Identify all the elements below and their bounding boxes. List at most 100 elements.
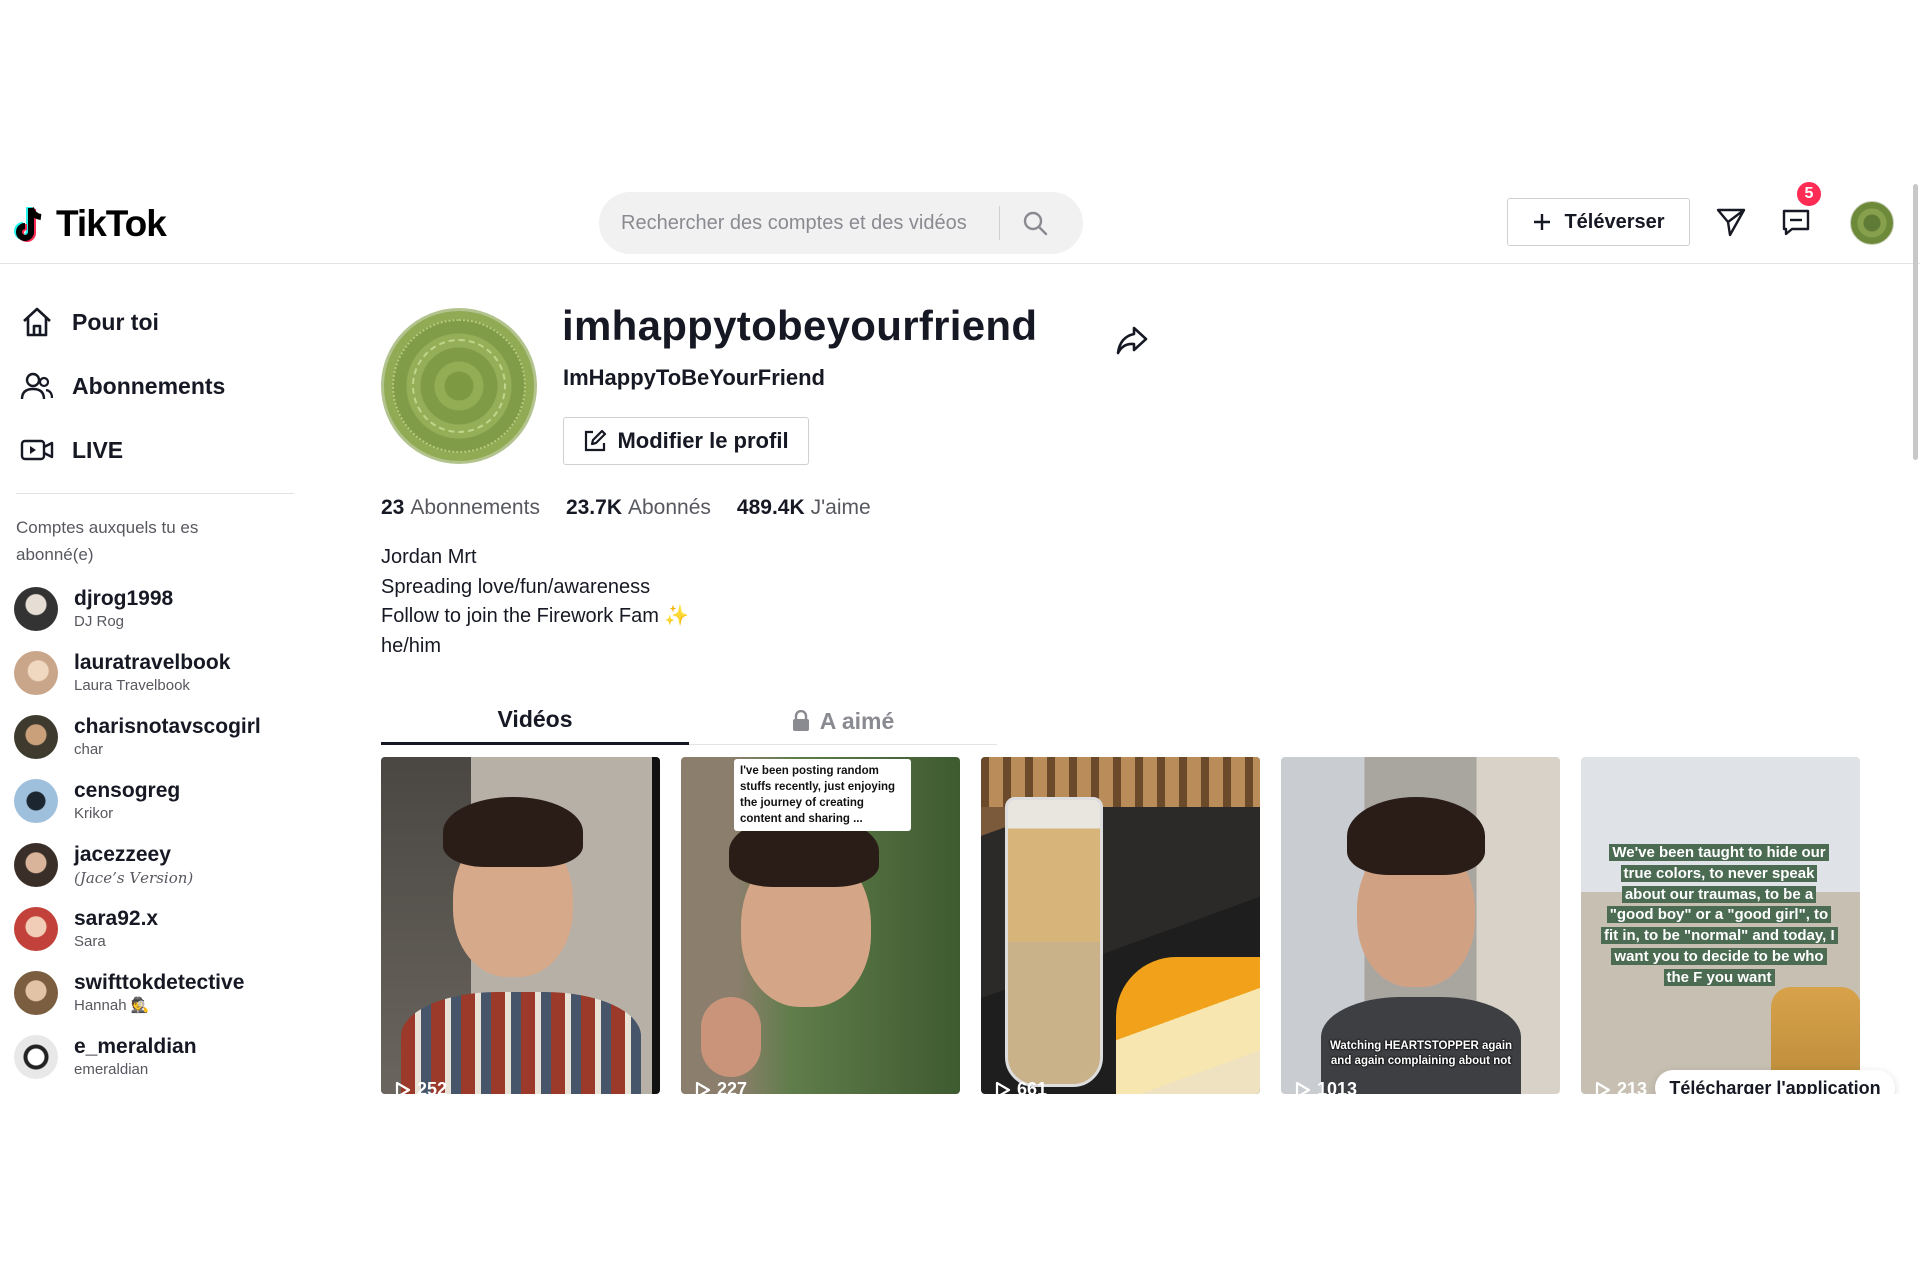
video-thumbnail-hair [1347, 797, 1485, 875]
play-icon [1595, 1081, 1611, 1094]
account-username: djrog1998 [74, 587, 174, 610]
video-views: 661 [995, 1079, 1047, 1094]
account-name: Krikor [74, 805, 114, 822]
video-caption: I've been posting random stuffs recently… [734, 759, 911, 831]
nav-label: Abonnements [72, 372, 226, 399]
video-views-count: 213 [1617, 1079, 1648, 1094]
nav-live[interactable]: LIVE [18, 428, 123, 472]
video-views: 252 [395, 1079, 447, 1094]
search-button[interactable] [1000, 192, 1070, 254]
inbox-badge: 5 [1795, 180, 1823, 208]
account-name: emeraldian [74, 1061, 149, 1078]
tab-liked[interactable]: A aimé [689, 697, 997, 745]
account-name: Sara [74, 933, 106, 950]
account-username: lauratravelbook [74, 651, 231, 674]
stat-followers[interactable]: 23.7K Abonnés [566, 496, 711, 520]
sidebar: Pour toi Abonnements LIVE Comptes auxque… [0, 264, 300, 1094]
search-input[interactable] [599, 192, 999, 254]
video-card[interactable]: We've been taught to hide our true color… [1581, 757, 1860, 1094]
account-item[interactable]: jacezzeey (𝐽𝑎𝑐𝑒’𝑠 𝑉𝑒𝑟𝑠𝑖𝑜𝑛) [14, 837, 294, 893]
account-item[interactable]: lauratravelbook Laura Travelbook [14, 645, 294, 701]
video-caption-text: We've been taught to hide our true color… [1601, 844, 1838, 986]
sidebar-divider [16, 493, 294, 494]
messages-button[interactable] [1713, 204, 1749, 240]
video-caption: Watching HEARTSTOPPER again and again co… [1329, 1040, 1513, 1067]
video-thumbnail-edge [652, 757, 660, 1094]
stat-label: J'aime [810, 496, 871, 519]
tiktok-logo[interactable]: TikTok [14, 202, 167, 246]
scrollbar[interactable] [1910, 184, 1920, 1044]
stat-value: 23 [381, 496, 405, 519]
user-avatar[interactable] [1850, 201, 1894, 245]
stat-following[interactable]: 23 Abonnements [381, 496, 540, 520]
page-bottom-blank [0, 1094, 1920, 1280]
video-card[interactable]: Watching HEARTSTOPPER again and again co… [1281, 757, 1560, 1094]
avatar [14, 1035, 58, 1079]
profile-display-name: ImHappyToBeYourFriend [563, 365, 825, 390]
account-item[interactable]: swifttokdetective Hannah 🕵️ [14, 965, 294, 1021]
lock-icon [792, 710, 809, 731]
account-name: char [74, 741, 104, 758]
edit-profile-label: Modifier le profil [617, 428, 789, 453]
video-views-count: 252 [417, 1079, 448, 1094]
video-card[interactable]: 252 [381, 757, 660, 1094]
profile-tabs: Vidéos A aimé [381, 697, 997, 745]
profile-bio: Jordan Mrt Spreading love/fun/awareness … [381, 543, 689, 661]
video-thumbnail-hair [443, 797, 583, 867]
account-name: (𝐽𝑎𝑐𝑒’𝑠 𝑉𝑒𝑟𝑠𝑖𝑜𝑛) [74, 869, 194, 887]
video-thumbnail-cake [1116, 957, 1260, 1094]
account-item[interactable]: e_meraldian emeraldian [14, 1029, 294, 1085]
video-views-count: 1013 [1317, 1079, 1358, 1094]
video-views: 227 [695, 1079, 747, 1094]
share-profile-button[interactable] [1112, 320, 1152, 360]
account-username: censogreg [74, 779, 181, 802]
account-name: Hannah 🕵️ [74, 997, 150, 1014]
account-item[interactable]: censogreg Krikor [14, 773, 294, 829]
upload-button[interactable]: Téléverser [1507, 198, 1690, 246]
account-username: jacezzeey [74, 843, 171, 866]
upload-label: Téléverser [1564, 210, 1665, 233]
account-name: DJ Rog [74, 613, 125, 630]
stat-label: Abonnements [410, 496, 540, 519]
video-caption: We've been taught to hide our true color… [1601, 843, 1838, 989]
avatar [14, 843, 58, 887]
play-icon [1295, 1081, 1311, 1094]
profile-username: imhappytobeyourfriend [562, 302, 1038, 349]
share-icon [1116, 326, 1148, 355]
bio-line: Follow to join the Firework Fam ✨ [381, 605, 690, 627]
account-username: charisnotavscogirl [74, 715, 261, 738]
users-icon [18, 367, 56, 405]
logo-text: TikTok [56, 203, 167, 244]
edit-icon [585, 429, 607, 452]
account-username: swifttokdetective [74, 971, 245, 994]
inbox-button[interactable] [1778, 204, 1814, 240]
account-name: Laura Travelbook [74, 677, 190, 694]
tiktok-note-icon [14, 202, 50, 246]
nav-following[interactable]: Abonnements [18, 364, 225, 408]
edit-profile-button[interactable]: Modifier le profil [563, 417, 809, 465]
play-icon [395, 1081, 411, 1094]
video-card[interactable]: 661 [981, 757, 1260, 1094]
plus-icon [1534, 214, 1551, 230]
video-views: 213 [1595, 1079, 1647, 1094]
bio-line: he/him [381, 634, 442, 657]
avatar [14, 907, 58, 951]
top-header: TikTok Téléverser 5 [0, 180, 1920, 264]
tab-videos[interactable]: Vidéos [381, 697, 689, 745]
video-card[interactable]: I've been posting random stuffs recently… [681, 757, 960, 1094]
play-icon [695, 1081, 711, 1094]
avatar-flower [412, 339, 506, 433]
nav-for-you[interactable]: Pour toi [18, 300, 159, 344]
tab-label: Vidéos [497, 706, 573, 732]
account-item[interactable]: djrog1998 DJ Rog [14, 581, 294, 637]
account-item[interactable]: charisnotavscogirl char [14, 709, 294, 765]
scrollbar-thumb[interactable] [1913, 184, 1918, 460]
video-thumbnail-glass [1005, 797, 1103, 1087]
nav-label: LIVE [72, 436, 124, 463]
account-item[interactable]: sara92.x Sara [14, 901, 294, 957]
following-accounts-heading: Comptes auxquels tu es abonné(e) [16, 518, 199, 564]
bio-line: Jordan Mrt [381, 546, 477, 568]
video-views-count: 227 [717, 1079, 748, 1094]
profile-avatar [381, 308, 537, 464]
search-bar [599, 192, 1083, 254]
